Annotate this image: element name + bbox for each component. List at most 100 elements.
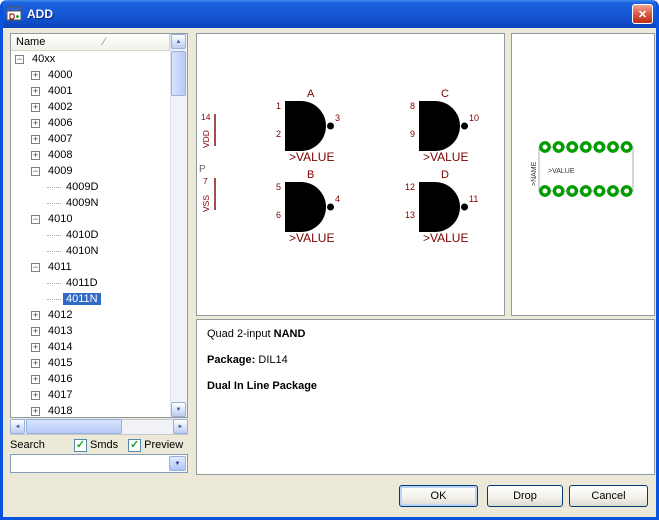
tree-item-4018[interactable]: +4018 — [11, 403, 170, 417]
collapse-toggle-icon[interactable]: − — [31, 167, 40, 176]
tree-item-4010[interactable]: −4010 — [11, 211, 170, 227]
smds-checkbox-group[interactable]: ✓ Smds — [74, 439, 118, 452]
tree-item-label[interactable]: 4009N — [63, 197, 101, 209]
horizontal-scroll-thumb[interactable] — [26, 419, 122, 434]
expand-toggle-icon[interactable]: + — [31, 375, 40, 384]
tree-item-4006[interactable]: +4006 — [11, 115, 170, 131]
title-bar[interactable]: ADD ✕ — [0, 0, 659, 28]
expand-toggle-icon[interactable]: + — [31, 87, 40, 96]
tree-item-4010d[interactable]: 4010D — [11, 227, 170, 243]
pin-number: 13 — [405, 210, 415, 220]
tree-item-label[interactable]: 4008 — [45, 149, 75, 161]
search-label: Search — [10, 439, 74, 451]
search-combobox[interactable]: ▼ — [10, 454, 188, 473]
expand-toggle-icon[interactable]: + — [31, 391, 40, 400]
expand-toggle-icon[interactable]: + — [31, 343, 40, 352]
preview-checkbox-label[interactable]: Preview — [144, 439, 183, 451]
tree-item-label[interactable]: 4000 — [45, 69, 75, 81]
tree-item-label[interactable]: 4011D — [63, 277, 101, 289]
description-title: Quad 2-input NAND — [207, 328, 644, 340]
collapse-toggle-icon[interactable]: − — [31, 215, 40, 224]
tree-item-label[interactable]: 4001 — [45, 85, 75, 97]
package-preview-canvas: >NAME >VALUE — [512, 34, 654, 315]
expand-toggle-icon[interactable]: + — [31, 327, 40, 336]
tree-connector — [47, 283, 61, 284]
smds-checkbox[interactable]: ✓ — [74, 439, 87, 452]
expand-toggle-icon[interactable]: + — [31, 311, 40, 320]
ok-button[interactable]: OK — [399, 485, 478, 507]
tree-item-4009[interactable]: −4009 — [11, 163, 170, 179]
expand-toggle-icon[interactable]: + — [31, 359, 40, 368]
expand-toggle-icon[interactable]: + — [31, 151, 40, 160]
tree-item-4007[interactable]: +4007 — [11, 131, 170, 147]
package-pad — [568, 143, 576, 151]
column-header-label: Name — [16, 36, 45, 48]
collapse-toggle-icon[interactable]: − — [15, 55, 24, 64]
tree-item-label[interactable]: 4014 — [45, 341, 75, 353]
tree-item-label[interactable]: 4013 — [45, 325, 75, 337]
tree-horizontal-scrollbar[interactable]: ◄ ► — [10, 419, 188, 435]
collapse-toggle-icon[interactable]: − — [31, 263, 40, 272]
tree-item-label[interactable]: 4006 — [45, 117, 75, 129]
cancel-button[interactable]: Cancel — [569, 485, 648, 507]
tree-item-label[interactable]: 4010 — [45, 213, 75, 225]
tree-item-4017[interactable]: +4017 — [11, 387, 170, 403]
vertical-scroll-thumb[interactable] — [171, 51, 186, 96]
tree-item-label[interactable]: 4010D — [63, 229, 101, 241]
expand-toggle-icon[interactable]: + — [31, 103, 40, 112]
tree-item-label[interactable]: 4011 — [45, 261, 75, 273]
close-button[interactable]: ✕ — [632, 4, 653, 24]
value-placeholder: >VALUE — [423, 150, 468, 164]
tree-item-4011n[interactable]: 4011N — [11, 291, 170, 307]
package-pad — [541, 187, 549, 195]
preview-checkbox[interactable]: ✓ — [128, 439, 141, 452]
scroll-up-button[interactable]: ▲ — [171, 34, 186, 49]
expand-toggle-icon[interactable]: + — [31, 71, 40, 80]
tree-item-label[interactable]: 4017 — [45, 389, 75, 401]
tree-item-4016[interactable]: +4016 — [11, 371, 170, 387]
tree-item-4009n[interactable]: 4009N — [11, 195, 170, 211]
tree-item-4014[interactable]: +4014 — [11, 339, 170, 355]
tree-item-label[interactable]: 4010N — [63, 245, 101, 257]
scroll-down-button[interactable]: ▼ — [171, 402, 186, 417]
tree-item-4009d[interactable]: 4009D — [11, 179, 170, 195]
tree-item-4000[interactable]: +4000 — [11, 67, 170, 83]
tree-item-label[interactable]: 4002 — [45, 101, 75, 113]
expand-toggle-icon[interactable]: + — [31, 135, 40, 144]
tree-item-label[interactable]: 4009D — [63, 181, 101, 193]
tree-item-4010n[interactable]: 4010N — [11, 243, 170, 259]
expand-toggle-icon[interactable]: + — [31, 119, 40, 128]
tree-item-label[interactable]: 4011N — [63, 293, 101, 305]
tree-item-4013[interactable]: +4013 — [11, 323, 170, 339]
package-pad — [582, 187, 590, 195]
scroll-left-button[interactable]: ◄ — [10, 419, 25, 434]
tree-item-4001[interactable]: +4001 — [11, 83, 170, 99]
package-pad — [554, 143, 562, 151]
smds-checkbox-label[interactable]: Smds — [90, 439, 118, 451]
expand-toggle-icon[interactable]: + — [31, 407, 40, 416]
tree-item-label[interactable]: 4009 — [45, 165, 75, 177]
search-input[interactable] — [13, 457, 167, 470]
pin-number: 11 — [469, 194, 478, 204]
package-pad — [622, 143, 630, 151]
scroll-right-button[interactable]: ► — [173, 419, 188, 434]
tree-item-label[interactable]: 4012 — [45, 309, 75, 321]
tree-item-4011d[interactable]: 4011D — [11, 275, 170, 291]
tree-item-40xx[interactable]: −40xx — [11, 51, 170, 67]
combo-dropdown-button[interactable]: ▼ — [169, 456, 186, 471]
tree-item-label[interactable]: 4007 — [45, 133, 75, 145]
tree-item-label[interactable]: 4015 — [45, 357, 75, 369]
tree-item-4002[interactable]: +4002 — [11, 99, 170, 115]
column-header-name[interactable]: Name ∕ — [11, 34, 170, 51]
value-placeholder: >VALUE — [289, 231, 334, 245]
tree-item-label[interactable]: 4016 — [45, 373, 75, 385]
tree-item-4008[interactable]: +4008 — [11, 147, 170, 163]
tree-item-4011[interactable]: −4011 — [11, 259, 170, 275]
tree-item-label[interactable]: 4018 — [45, 405, 75, 417]
drop-button[interactable]: Drop — [487, 485, 563, 507]
tree-vertical-scrollbar[interactable]: ▲ ▼ — [170, 34, 187, 417]
tree-item-4012[interactable]: +4012 — [11, 307, 170, 323]
tree-item-label[interactable]: 40xx — [29, 53, 58, 65]
preview-checkbox-group[interactable]: ✓ Preview — [128, 439, 183, 452]
tree-item-4015[interactable]: +4015 — [11, 355, 170, 371]
